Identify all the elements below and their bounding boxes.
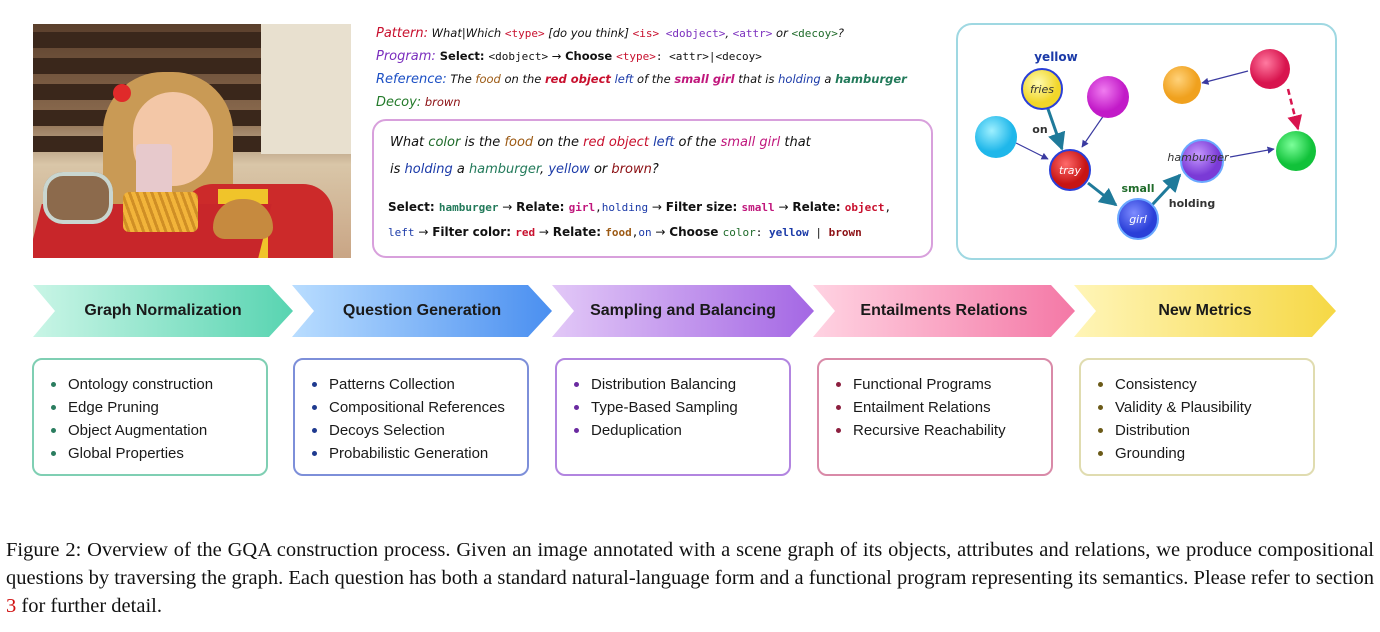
stage-sampling-and-balancing: Sampling and Balancing — [552, 285, 814, 337]
stage-label: Sampling and Balancing — [590, 302, 776, 319]
list-item: Type-Based Sampling — [571, 396, 789, 419]
list-item: Grounding — [1095, 442, 1313, 465]
edge-magenta-tray — [1081, 114, 1105, 148]
stage-label: New Metrics — [1158, 302, 1252, 319]
list-item: Distribution — [1095, 419, 1313, 442]
list-item: Distribution Balancing — [571, 373, 789, 396]
pattern-line: Pattern: What|Which <type> [do you think… — [376, 26, 844, 41]
list-item: Entailment Relations — [833, 396, 1051, 419]
list-item: Recursive Reachability — [833, 419, 1051, 442]
box-new-metrics: Consistency Validity & Plausibility Dist… — [1079, 358, 1315, 476]
section-reference-link[interactable]: 3 — [6, 595, 16, 617]
rel-holding-label: holding — [1169, 197, 1216, 210]
node-pink — [1250, 49, 1290, 89]
stage-label: Graph Normalization — [84, 302, 242, 319]
node-fries-label: fries — [1030, 83, 1054, 96]
reference-line: Reference: The food on the red object le… — [376, 72, 907, 87]
stage-entailments-relations: Entailments Relations — [813, 285, 1075, 337]
box-graph-normalization: Ontology construction Edge Pruning Objec… — [32, 358, 268, 476]
decoy-line: Decoy: brown — [376, 95, 461, 110]
rel-on-label: on — [1032, 123, 1047, 136]
list-item: Patterns Collection — [309, 373, 527, 396]
list-item: Functional Programs — [833, 373, 1051, 396]
list-item: Edge Pruning — [48, 396, 266, 419]
box-question-generation: Patterns Collection Compositional Refere… — [293, 358, 529, 476]
attr-yellow-label: yellow — [1034, 50, 1078, 64]
list-item: Global Properties — [48, 442, 266, 465]
box-entailments-relations: Functional Programs Entailment Relations… — [817, 358, 1053, 476]
node-cyan — [975, 116, 1017, 158]
box-sampling-and-balancing: Distribution Balancing Type-Based Sampli… — [555, 358, 791, 476]
program-line: Program: Select: <dobject> → Choose <typ… — [376, 49, 762, 64]
stage-graph-normalization: Graph Normalization — [33, 285, 293, 337]
question-line-2: is holding a hamburger, yellow or brown? — [390, 162, 659, 177]
stage-label: Entailments Relations — [860, 302, 1028, 319]
question-line-1: What color is the food on the red object… — [390, 135, 811, 150]
functional-program-line-1: Select: hamburger → Relate: girl,holding… — [388, 200, 892, 214]
node-tray-label: tray — [1059, 164, 1082, 177]
question-box: What color is the food on the red object… — [372, 119, 933, 258]
attr-small-label: small — [1122, 182, 1155, 195]
edge-fries-on-tray — [1046, 108, 1066, 151]
node-orange — [1163, 66, 1201, 104]
edge-hamburger-green — [1229, 146, 1275, 158]
list-item: Probabilistic Generation — [309, 442, 527, 465]
scene-graph-panel: fries tray girl hamburger yellow on smal… — [956, 23, 1337, 260]
list-item: Decoys Selection — [309, 419, 527, 442]
list-item: Consistency — [1095, 373, 1313, 396]
figure-caption: Figure 2: Overview of the GQA constructi… — [6, 539, 1374, 617]
stage-new-metrics: New Metrics — [1074, 285, 1336, 337]
list-item: Object Augmentation — [48, 419, 266, 442]
edge-pink-green-dashed — [1286, 88, 1303, 131]
edge-pink-orange — [1201, 70, 1249, 85]
list-item: Validity & Plausibility — [1095, 396, 1313, 419]
edge-cyan-tray — [1015, 142, 1049, 160]
stage-question-generation: Question Generation — [292, 285, 552, 337]
node-green — [1276, 131, 1316, 171]
node-girl-label: girl — [1129, 213, 1147, 226]
stage-label: Question Generation — [342, 302, 502, 319]
node-hamburger-label: hamburger — [1167, 151, 1230, 164]
functional-program-line-2: left → Filter color: red → Relate: food,… — [388, 225, 862, 239]
list-item: Deduplication — [571, 419, 789, 442]
list-item: Ontology construction — [48, 373, 266, 396]
node-magenta — [1087, 76, 1129, 118]
figure-photo-girl-eating — [33, 24, 351, 258]
edge-tray-girl — [1087, 181, 1118, 207]
list-item: Compositional References — [309, 396, 527, 419]
